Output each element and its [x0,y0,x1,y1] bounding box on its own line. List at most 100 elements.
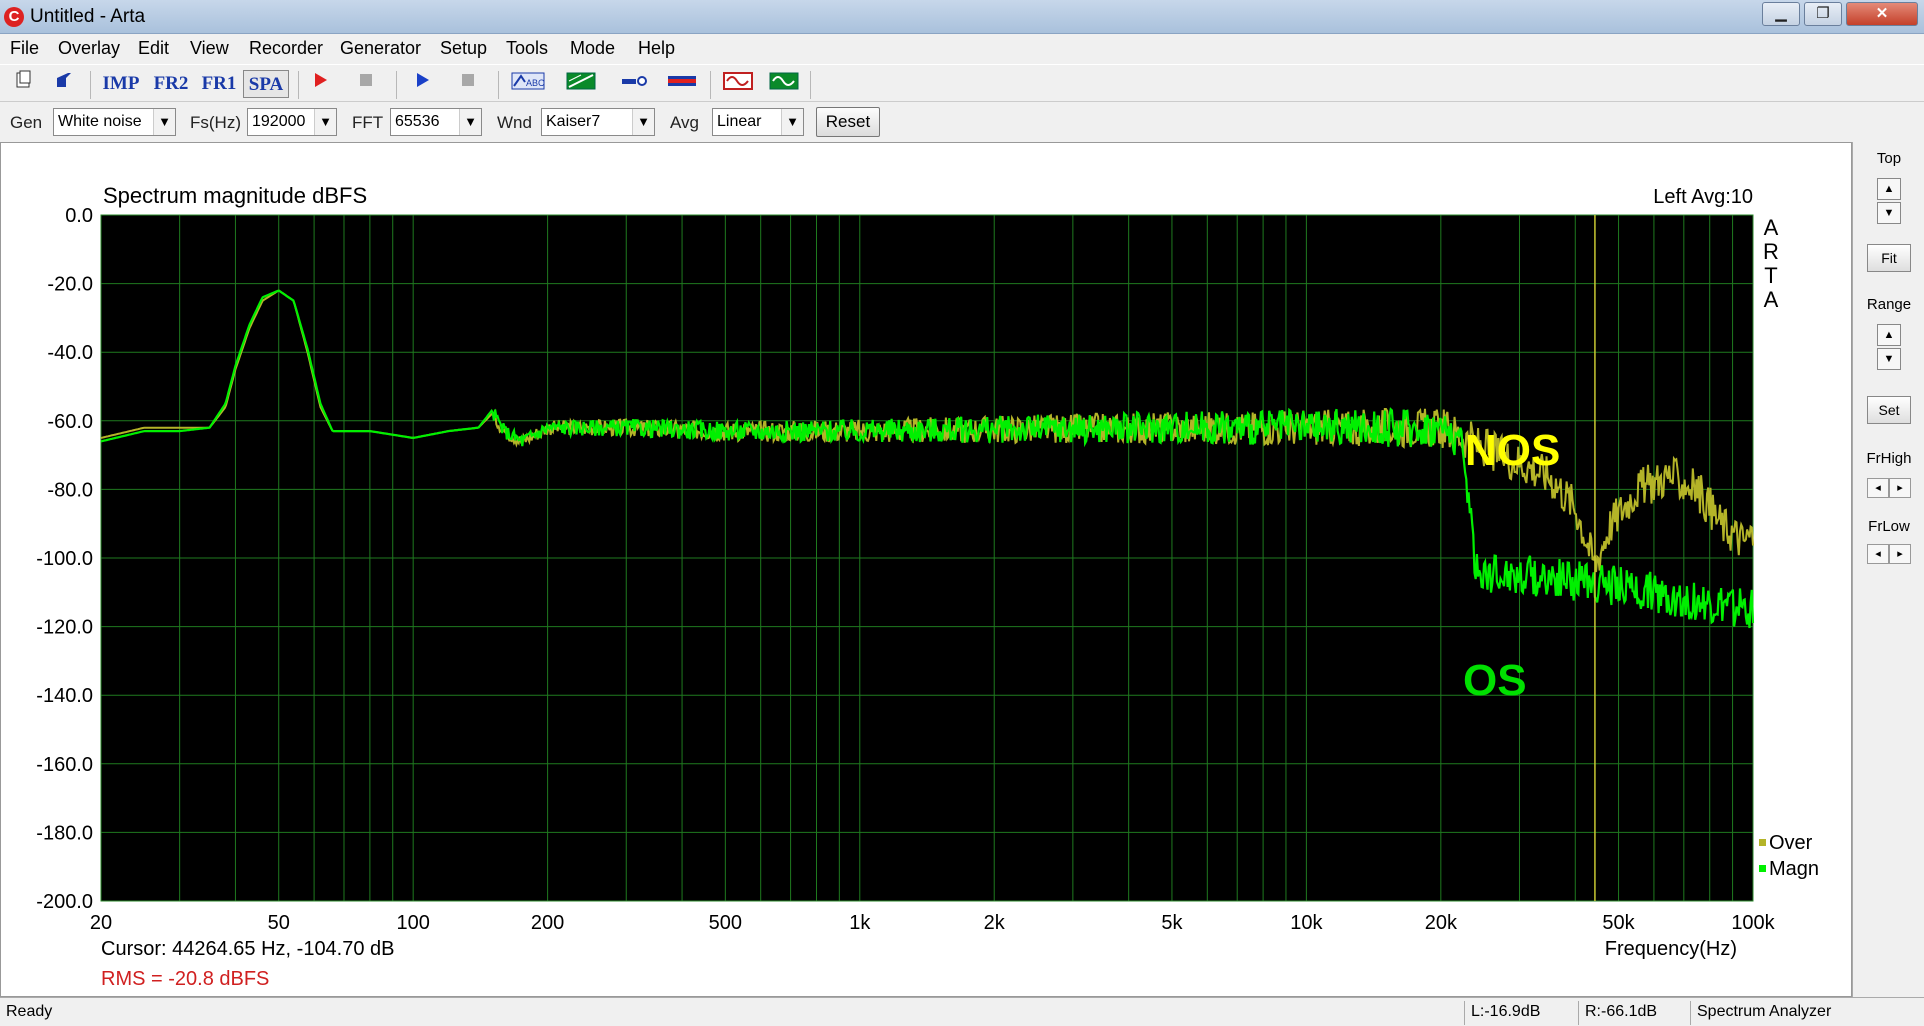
svg-text:ABC: ABC [526,78,545,88]
minimize-button[interactable]: ▁ [1762,2,1800,26]
open-file-icon[interactable] [48,70,80,98]
menu-file[interactable]: File [10,38,39,59]
maximize-button[interactable]: ❐ [1804,2,1842,26]
fr1-button[interactable]: FR1 [198,70,240,98]
record-stop-icon[interactable] [350,70,382,98]
fr2-label: FR2 [153,73,189,94]
imp-button[interactable]: IMP [100,70,142,98]
top-up-button[interactable]: ▲ [1877,178,1901,200]
set-button[interactable]: Set [1867,396,1911,424]
chevron-down-icon[interactable]: ▼ [781,109,803,135]
abc-tool-icon[interactable]: ABC [508,70,548,98]
averaging-select[interactable]: Linear ▼ [712,108,804,136]
fft-size-select[interactable]: 65536 ▼ [390,108,482,136]
window-value: Kaiser7 [546,113,601,130]
fr2-button[interactable]: FR2 [150,70,192,98]
arta-app-icon[interactable]: C [4,7,24,27]
spa-label: SPA [248,74,284,95]
y-tick-label: -20.0 [47,274,93,296]
new-file-icon[interactable] [8,70,40,98]
generator-value: White noise [58,113,142,130]
fr1-label: FR1 [201,73,237,94]
options-bar: Gen White noise ▼ Fs(Hz) 192000 ▼ FFT 65… [0,102,1924,142]
x-tick-label: 50 [268,912,290,934]
menu-tools[interactable]: Tools [506,38,548,59]
frhigh-left-button[interactable]: ◂ [1867,478,1889,498]
y-tick-label: -200.0 [36,891,93,913]
watermark-letter: A [1764,287,1779,312]
generator-play-icon[interactable] [406,70,438,98]
y-tick-label: -40.0 [47,342,93,364]
reset-button[interactable]: Reset [816,107,880,137]
menu-setup[interactable]: Setup [440,38,487,59]
menu-bar: File Overlay Edit View Recorder Generato… [0,34,1924,64]
close-button[interactable]: ✕ [1846,2,1918,26]
probe-tool-icon[interactable] [618,70,652,98]
window-select[interactable]: Kaiser7 ▼ [541,108,655,136]
annotation-os: OS [1463,656,1527,705]
status-mode: Spectrum Analyzer [1690,1001,1924,1025]
spa-button[interactable]: SPA [243,70,289,98]
menu-mode[interactable]: Mode [570,38,615,59]
wnd-label: Wnd [497,113,532,132]
y-tick-label: 0.0 [65,205,93,227]
watermark-letter: R [1763,239,1779,264]
menu-overlay[interactable]: Overlay [58,38,120,59]
status-bar: Ready L:-16.9dB R:-66.1dB Spectrum Analy… [0,997,1924,1026]
chevron-down-icon[interactable]: ▼ [632,109,654,135]
menu-generator[interactable]: Generator [340,38,421,59]
menu-help[interactable]: Help [638,38,675,59]
x-tick-label: 20 [90,912,112,934]
frlow-left-button[interactable]: ◂ [1867,544,1889,564]
channel-info: Left Avg:10 [1653,186,1753,208]
x-tick-label: 1k [849,912,871,934]
chart-title: Spectrum magnitude dBFS [103,183,367,208]
y-tick-label: -140.0 [36,685,93,707]
annotation-nos: NOS [1465,426,1560,475]
x-tick-label: 10k [1290,912,1323,934]
sample-rate-select[interactable]: 192000 ▼ [247,108,337,136]
toolbar-separator [90,71,91,99]
menu-edit[interactable]: Edit [138,38,169,59]
legend-label: Over [1769,832,1813,854]
spectrum-plot-panel: 0.0 -20.0 -40.0 -60.0 -80.0 -100.0 -120.0 -140.… [0,142,1852,997]
averaging-value: Linear [717,113,762,130]
frlow-right-button[interactable]: ▸ [1889,544,1911,564]
x-tick-label: 100k [1731,912,1775,934]
chevron-down-icon[interactable]: ▼ [459,109,481,135]
y-tick-label: -60.0 [47,411,93,433]
toolbar-separator [810,71,811,99]
avg-label: Avg [670,113,699,132]
record-play-icon[interactable] [304,70,336,98]
toolbar-separator [710,71,711,99]
generator-stop-icon[interactable] [452,70,484,98]
filter-tool-icon[interactable] [564,70,598,98]
top-label: Top [1876,150,1902,167]
fft-size-value: 65536 [395,113,440,130]
rms-readout: RMS = -20.8 dBFS [101,968,269,990]
frlow-label: FrLow [1868,518,1910,535]
gen-label: Gen [10,113,43,132]
menu-recorder[interactable]: Recorder [249,38,323,59]
chevron-down-icon[interactable]: ▼ [153,109,175,135]
spectrum-colors-icon[interactable] [664,70,700,98]
spectrum-chart[interactable]: 0.0 -20.0 -40.0 -60.0 -80.0 -100.0 -120.0 -140.… [1,143,1851,996]
sine-generator-icon[interactable] [720,70,756,98]
range-up-button[interactable]: ▲ [1877,324,1901,346]
scope-icon[interactable] [766,70,802,98]
y-tick-label: -160.0 [36,754,93,776]
fit-button[interactable]: Fit [1867,244,1911,272]
frhigh-right-button[interactable]: ▸ [1889,478,1911,498]
title-bar: C Untitled - Arta ▁ ❐ ✕ [0,0,1924,34]
x-tick-label: 5k [1161,912,1183,934]
range-down-button[interactable]: ▼ [1877,348,1901,370]
status-ready: Ready [6,1003,53,1020]
toolbar-separator [396,71,397,99]
top-down-button[interactable]: ▼ [1877,202,1901,224]
x-tick-label: 50k [1602,912,1635,934]
chevron-down-icon[interactable]: ▼ [314,109,336,135]
menu-view[interactable]: View [190,38,229,59]
generator-select[interactable]: White noise ▼ [53,108,176,136]
x-axis-label: Frequency(Hz) [1605,938,1737,960]
watermark-letter: A [1764,215,1779,240]
